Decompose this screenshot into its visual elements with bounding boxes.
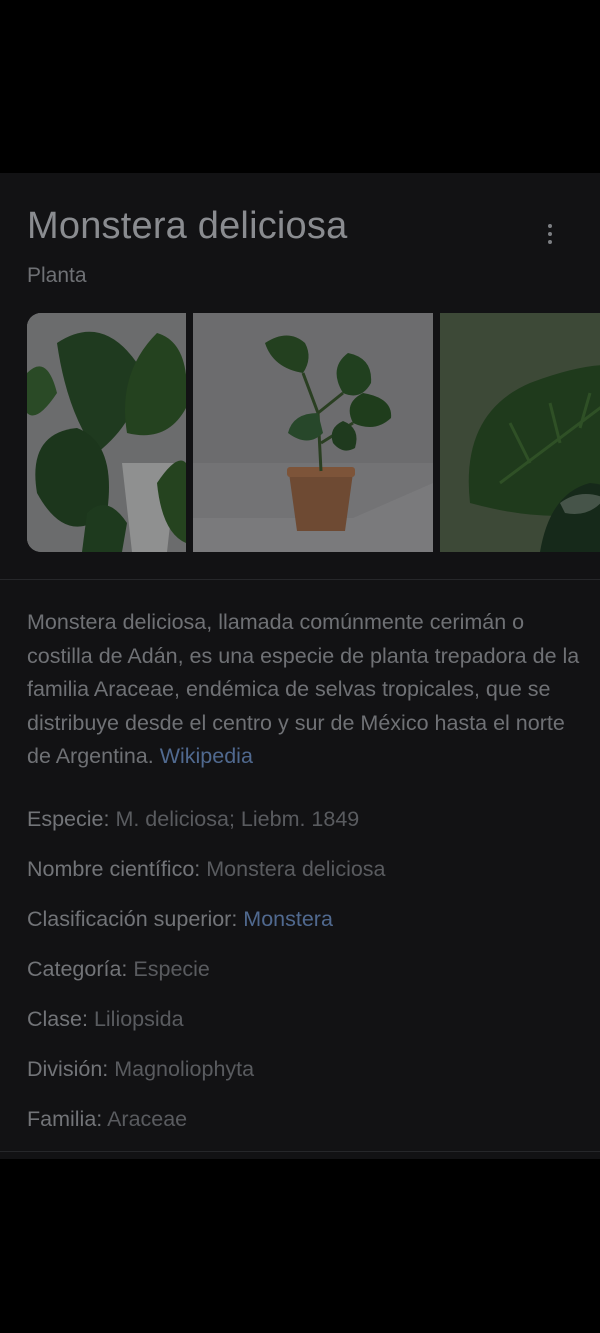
image-thumbnail-3[interactable] [440,313,600,552]
fact-clasificacion-superior: Clasificación superior: Monstera [27,907,333,932]
fact-label: División: [27,1057,109,1081]
monstera-link[interactable]: Monstera [243,907,333,931]
panel-subtitle: Planta [27,264,87,287]
fact-value: M. deliciosa; Liebm. 1849 [115,807,360,831]
section-divider [0,579,600,580]
fact-value: Araceae [107,1107,188,1131]
image-thumbnail-1[interactable] [27,313,186,552]
wikipedia-link[interactable]: Wikipedia [160,744,253,768]
fact-label: Clase: [27,1007,88,1031]
fact-label: Categoría: [27,957,128,981]
panel-title: Monstera deliciosa [27,205,348,247]
more-vert-icon [548,224,552,228]
fact-label: Nombre científico: [27,857,201,881]
monstera-plant-photo-icon [27,313,186,552]
more-vert-icon-dot [548,232,552,236]
description: Monstera deliciosa, llamada comúnmente c… [27,606,587,774]
fact-categoria: Categoría: Especie [27,957,210,982]
fact-value: Liliopsida [93,1007,184,1031]
image-carousel[interactable] [27,313,600,552]
monstera-leaf-closeup-photo-icon [440,313,600,552]
fact-division: División: Magnoliophyta [27,1057,254,1082]
description-text: Monstera deliciosa, llamada comúnmente c… [27,610,580,768]
fact-label: Especie: [27,807,110,831]
image-thumbnail-2[interactable] [193,313,433,552]
fact-nombre-cientifico: Nombre científico: Monstera deliciosa [27,857,386,882]
potted-monstera-photo-icon [193,313,433,552]
fact-value: Monstera deliciosa [206,857,386,881]
section-divider [0,1151,600,1152]
more-vert-icon-dot [548,240,552,244]
fact-value: Especie [133,957,210,981]
fact-label: Clasificación superior: [27,907,238,931]
fact-value: Magnoliophyta [114,1057,255,1081]
fact-especie: Especie: M. deliciosa; Liebm. 1849 [27,807,359,832]
fact-familia: Familia: Araceae [27,1107,187,1132]
fact-clase: Clase: Liliopsida [27,1007,184,1032]
fact-label: Familia: [27,1107,103,1131]
more-options-button[interactable] [534,218,566,250]
